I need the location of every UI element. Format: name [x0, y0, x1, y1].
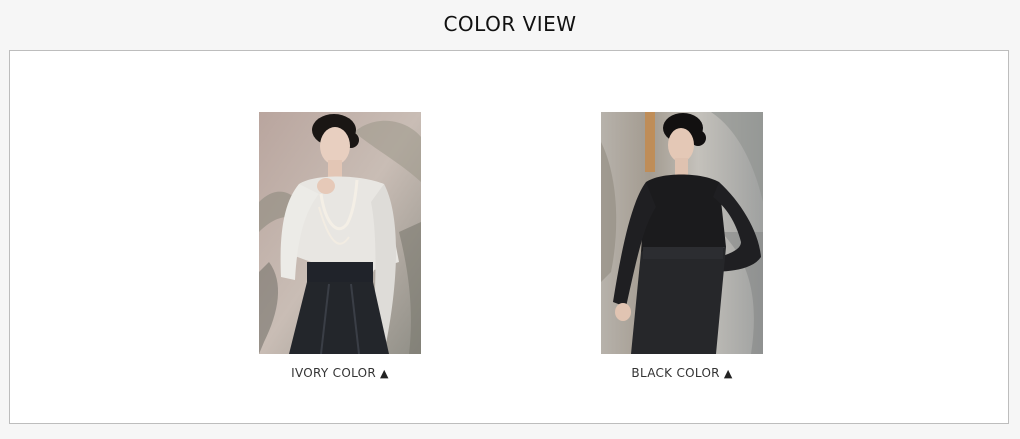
product-photo-black[interactable] [601, 112, 763, 354]
variant-caption-ivory[interactable]: IVORY COLOR ▲ [259, 366, 421, 380]
variant-label-ivory: IVORY COLOR [291, 366, 377, 380]
ivory-model-image [259, 112, 421, 354]
up-triangle-icon: ▲ [723, 367, 733, 380]
up-triangle-icon: ▲ [380, 367, 389, 380]
color-variant-ivory[interactable]: IVORY COLOR ▲ [259, 112, 421, 380]
product-photo-ivory[interactable] [259, 112, 421, 354]
page-title: COLOR VIEW [443, 12, 577, 36]
color-variant-black[interactable]: BLACK COLOR ▲ [601, 112, 763, 380]
variant-label-black: BLACK COLOR [631, 366, 720, 380]
black-model-image [601, 112, 763, 354]
color-view-panel: IVORY COLOR ▲ BLACK COLOR ▲ [9, 50, 1009, 424]
variant-caption-black[interactable]: BLACK COLOR ▲ [601, 366, 763, 380]
